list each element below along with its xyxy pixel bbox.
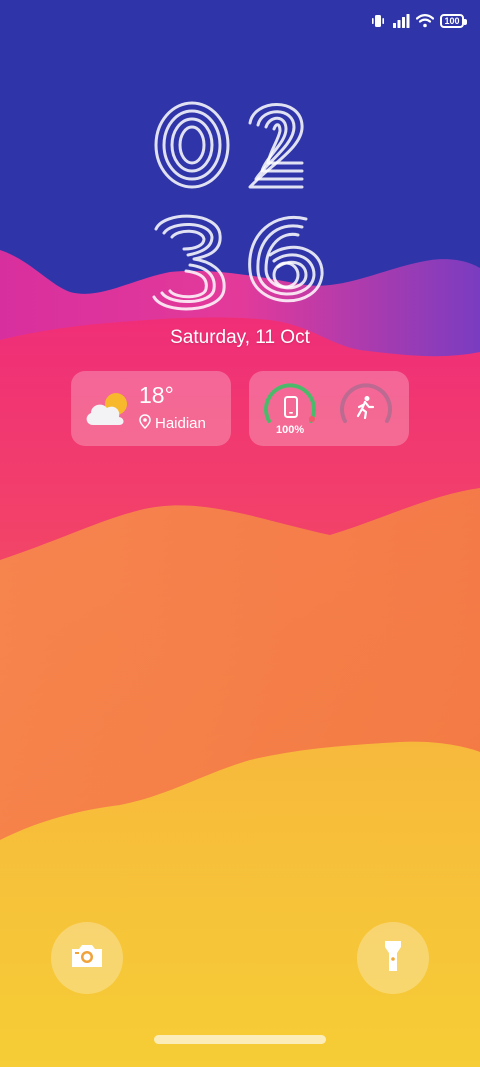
lock-clock: 02 36 [0,95,480,315]
battery-level: 100 [444,15,460,26]
status-bar: 100 [370,8,467,34]
flashlight-button[interactable] [357,922,429,994]
walking-icon [354,395,376,424]
weather-widget[interactable]: 18° Haidian [71,371,231,446]
device-battery-percent: 100% [276,424,305,436]
partly-cloudy-icon [83,389,131,434]
location-label: Haidian [155,415,206,432]
home-indicator[interactable] [154,1035,326,1044]
flashlight-icon [383,939,403,978]
battery-activity-widget[interactable]: 100% [249,371,409,446]
location-row: Haidian [139,414,206,433]
camera-icon [69,942,105,975]
battery-icon: 100 [440,14,467,28]
date-label: Saturday, 11 Oct [170,327,310,348]
wifi-icon [416,13,434,29]
signal-icon [392,13,410,29]
phone-icon [283,395,299,424]
camera-button[interactable] [51,922,123,994]
location-pin-icon [139,414,151,433]
clock-digits-graphic [152,101,324,311]
temperature: 18° [139,382,174,408]
vibrate-icon [370,13,386,29]
